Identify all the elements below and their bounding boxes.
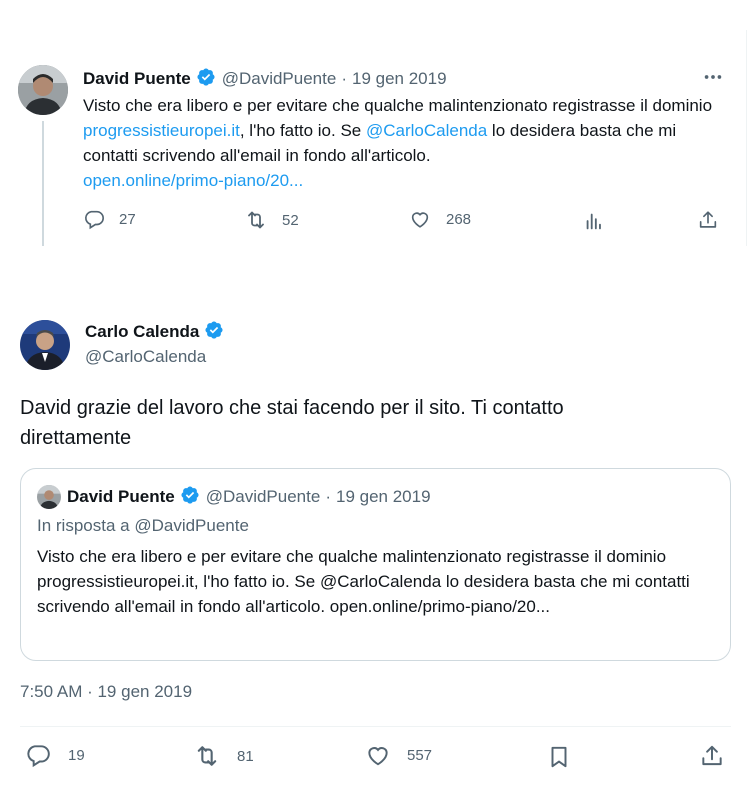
main-tweet-text: David grazie del lavoro che stai facendo… bbox=[20, 397, 564, 449]
analytics-icon[interactable] bbox=[583, 210, 605, 232]
quoted-handle: @DavidPuente bbox=[205, 487, 321, 506]
reply-button[interactable]: 27 bbox=[83, 208, 136, 230]
quoted-date: 19 gen 2019 bbox=[335, 487, 431, 506]
header-separator: · bbox=[325, 487, 331, 506]
quoted-header: David Puente @DavidPuente · 19 gen 2019 bbox=[67, 485, 431, 509]
right-divider bbox=[746, 30, 747, 246]
like-button[interactable]: 268 bbox=[409, 208, 471, 230]
verified-badge-icon bbox=[204, 320, 224, 345]
retweet-icon bbox=[193, 742, 221, 770]
mention-link[interactable]: @CarloCalenda bbox=[366, 121, 487, 140]
tweet-date[interactable]: 19 gen 2019 bbox=[352, 69, 447, 89]
retweet-count: 81 bbox=[237, 747, 254, 765]
author-handle[interactable]: @CarloCalenda bbox=[85, 347, 206, 367]
main-author-row: Carlo Calenda bbox=[85, 320, 224, 344]
reply-count: 19 bbox=[68, 746, 85, 764]
reply-icon bbox=[83, 208, 105, 230]
divider bbox=[20, 726, 731, 727]
verified-badge-icon bbox=[196, 67, 216, 92]
retweet-icon bbox=[244, 208, 268, 232]
tweet-text-part: Visto che era libero e per evitare che q… bbox=[83, 96, 713, 115]
tweet-timestamp[interactable]: 7:50 AM · 19 gen 2019 bbox=[20, 682, 192, 702]
heart-icon bbox=[409, 208, 431, 230]
quoted-tweet[interactable]: David Puente @DavidPuente · 19 gen 2019 … bbox=[20, 468, 731, 661]
reply-tweet-header: David Puente @DavidPuente · 19 gen 2019 bbox=[83, 67, 447, 91]
main-tweet-actions: 19 81 557 bbox=[25, 742, 725, 772]
share-icon[interactable] bbox=[699, 743, 725, 769]
author-name[interactable]: David Puente bbox=[83, 69, 191, 89]
like-count: 268 bbox=[446, 210, 472, 228]
quoted-avatar bbox=[37, 485, 61, 509]
header-separator: · bbox=[341, 69, 347, 88]
more-icon[interactable] bbox=[702, 66, 724, 88]
reply-button[interactable]: 19 bbox=[25, 742, 85, 768]
author-handle[interactable]: @DavidPuente bbox=[222, 69, 337, 89]
domain-link[interactable]: progressistieuropei.it bbox=[83, 121, 240, 140]
article-link[interactable]: open.online/primo-piano/20... bbox=[83, 171, 303, 190]
reply-icon bbox=[25, 742, 51, 768]
quoted-author-name: David Puente bbox=[67, 487, 175, 506]
bookmark-icon[interactable] bbox=[546, 744, 572, 770]
like-button[interactable]: 557 bbox=[365, 742, 432, 768]
reply-tweet-text: Visto che era libero e per evitare che q… bbox=[83, 93, 733, 193]
author-name[interactable]: Carlo Calenda bbox=[85, 322, 199, 342]
avatar-carlo-calenda[interactable] bbox=[20, 320, 70, 370]
tweet-text-part: , l'ho fatto io. Se bbox=[239, 121, 366, 140]
quoted-tweet-text: Visto che era libero e per evitare che q… bbox=[37, 547, 690, 616]
retweet-count: 52 bbox=[282, 211, 299, 229]
thread-line bbox=[42, 121, 44, 246]
reply-tweet-actions: 27 52 268 bbox=[83, 208, 723, 236]
retweet-button[interactable]: 52 bbox=[244, 208, 299, 232]
in-reply-to: In risposta a @DavidPuente bbox=[37, 516, 249, 535]
avatar-david-puente[interactable] bbox=[18, 65, 68, 115]
retweet-button[interactable]: 81 bbox=[193, 742, 254, 770]
heart-icon bbox=[365, 742, 391, 768]
reply-count: 27 bbox=[119, 210, 136, 228]
share-icon[interactable] bbox=[697, 209, 719, 231]
like-count: 557 bbox=[407, 746, 433, 764]
verified-badge-icon bbox=[180, 485, 200, 510]
